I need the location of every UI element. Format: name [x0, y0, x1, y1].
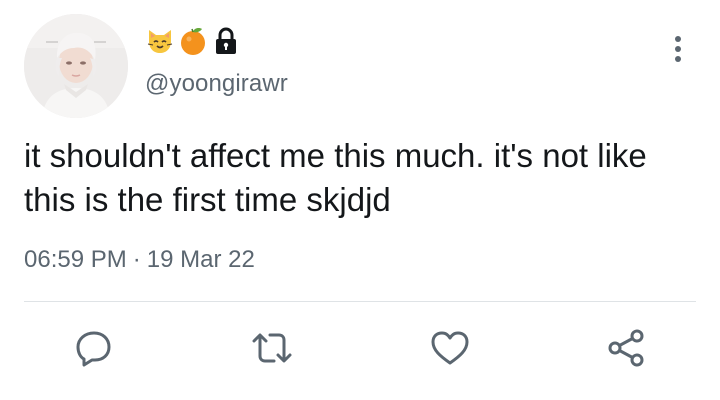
divider: [24, 301, 696, 302]
reply-icon: [76, 331, 111, 367]
avatar[interactable]: [24, 14, 128, 118]
tweet-card: @yoongirawr it shouldn't affect me this …: [0, 0, 720, 400]
tweet-text: it shouldn't affect me this much. it's n…: [24, 137, 647, 218]
like-button[interactable]: [428, 326, 472, 370]
tweet-date: 19 Mar 22: [146, 246, 255, 273]
retweet-icon: [252, 333, 292, 363]
display-name[interactable]: [145, 24, 241, 58]
vertical-dots-icon: [675, 36, 681, 62]
meta-separator: ·: [132, 246, 141, 273]
heart-icon: [431, 331, 469, 365]
share-button[interactable]: [604, 326, 648, 370]
reply-button[interactable]: [72, 326, 116, 370]
tweet-time: 06:59 PM: [24, 246, 127, 273]
retweet-button[interactable]: [250, 326, 294, 370]
cat-face-icon: [145, 26, 175, 56]
share-icon: [608, 329, 644, 367]
more-options-button[interactable]: [664, 32, 692, 66]
user-handle[interactable]: @yoongirawr: [145, 70, 288, 98]
tangerine-icon: [178, 26, 208, 56]
tweet-timestamp[interactable]: 06:59 PM · 19 Mar 22: [24, 246, 255, 274]
padlock-icon: [211, 26, 241, 56]
